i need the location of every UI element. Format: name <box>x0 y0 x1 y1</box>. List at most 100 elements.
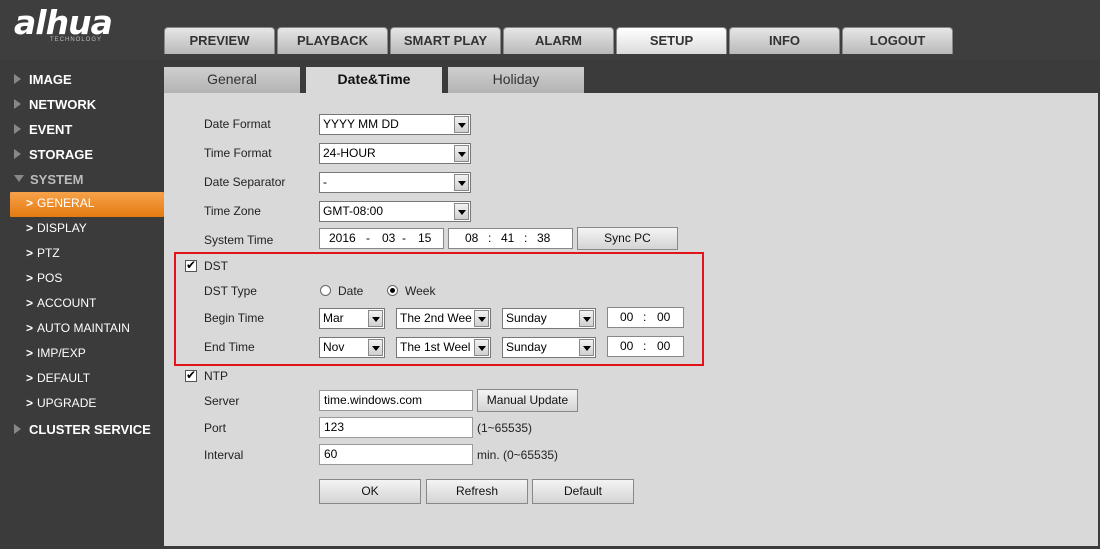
nav-info[interactable]: INFO <box>729 27 840 54</box>
sidebar-item-network[interactable]: NETWORK <box>0 92 164 117</box>
end-minute-field[interactable]: 00 <box>657 337 670 356</box>
chevron-right-icon: > <box>26 321 34 335</box>
minute-field[interactable]: 41 <box>501 229 514 248</box>
sidebar-subitem-label: POS <box>37 271 63 285</box>
sidebar-subitem-label: PTZ <box>37 246 60 260</box>
sub-tabs: General Date&Time Holiday <box>164 67 584 93</box>
begin-week-select[interactable]: The 2nd Wee <box>396 308 491 329</box>
second-field[interactable]: 38 <box>537 229 550 248</box>
tab-holiday[interactable]: Holiday <box>448 67 584 93</box>
sidebar-item-storage[interactable]: STORAGE <box>0 142 164 167</box>
ok-button[interactable]: OK <box>319 479 421 504</box>
sidebar-item-image[interactable]: IMAGE <box>0 67 164 92</box>
sidebar-subitem-label: IMP/EXP <box>37 346 86 360</box>
sidebar-subitem-general[interactable]: > GENERAL <box>10 192 164 217</box>
sidebar-item-cluster-service[interactable]: CLUSTER SERVICE <box>0 417 164 442</box>
end-clock-input[interactable]: 00:00 <box>607 336 684 357</box>
nav-setup[interactable]: SETUP <box>616 27 727 54</box>
end-week-select[interactable]: The 1st Weel <box>396 337 491 358</box>
chevron-right-icon: > <box>26 196 34 210</box>
time-zone-label: Time Zone <box>204 204 261 218</box>
time-zone-select[interactable]: GMT-08:00 <box>319 201 471 222</box>
interval-range-hint: min. (0~65535) <box>477 448 559 462</box>
end-hour-field[interactable]: 00 <box>620 337 633 356</box>
interval-input[interactable]: 60 <box>319 444 473 465</box>
end-month-select[interactable]: Nov <box>319 337 385 358</box>
ntp-label: NTP <box>204 369 228 383</box>
caret-right-icon <box>14 149 21 159</box>
sidebar-subitem-label: DISPLAY <box>37 221 87 235</box>
sidebar-subitem-upgrade[interactable]: > UPGRADE <box>0 392 164 417</box>
brand-logo: alhua TECHNOLOGY <box>14 6 113 44</box>
sidebar-subitem-display[interactable]: > DISPLAY <box>0 217 164 242</box>
nav-playback[interactable]: PLAYBACK <box>277 27 388 54</box>
begin-day-select[interactable]: Sunday <box>502 308 596 329</box>
dst-type-week-label: Week <box>405 284 436 298</box>
begin-month-select[interactable]: Mar <box>319 308 385 329</box>
dropdown-arrow-icon <box>579 310 594 327</box>
refresh-button[interactable]: Refresh <box>426 479 528 504</box>
sidebar-item-label: CLUSTER SERVICE <box>29 422 151 437</box>
dropdown-arrow-icon <box>474 310 489 327</box>
nav-logout[interactable]: LOGOUT <box>842 27 953 54</box>
dst-type-date-radio[interactable] <box>320 285 331 296</box>
dst-checkbox[interactable] <box>185 258 197 272</box>
date-separator-1: - <box>366 231 370 245</box>
nav-alarm[interactable]: ALARM <box>503 27 614 54</box>
dst-type-week-radio[interactable] <box>387 285 398 296</box>
end-day-value: Sunday <box>506 340 547 354</box>
sidebar-subitem-account[interactable]: > ACCOUNT <box>0 292 164 317</box>
time-format-select[interactable]: 24-HOUR <box>319 143 471 164</box>
date-format-select[interactable]: YYYY MM DD <box>319 114 471 135</box>
chevron-right-icon: > <box>26 346 34 360</box>
sidebar-subitem-pos[interactable]: > POS <box>0 267 164 292</box>
dropdown-arrow-icon <box>579 339 594 356</box>
system-date-input[interactable]: 2016-03-15 <box>319 228 444 249</box>
date-separator-select[interactable]: - <box>319 172 471 193</box>
server-label: Server <box>204 394 240 408</box>
end-day-select[interactable]: Sunday <box>502 337 596 358</box>
chevron-right-icon: > <box>26 221 34 235</box>
sidebar: IMAGE NETWORK EVENT STORAGE SYSTEM > GENE… <box>0 60 164 549</box>
default-button[interactable]: Default <box>532 479 634 504</box>
server-input[interactable]: time.windows.com <box>319 390 473 411</box>
month-field[interactable]: 03 <box>382 229 395 248</box>
day-field[interactable]: 15 <box>418 229 431 248</box>
ntp-checkbox[interactable] <box>185 368 197 382</box>
system-clock-input[interactable]: 08:41:38 <box>448 228 573 249</box>
sidebar-subitem-label: GENERAL <box>37 196 95 210</box>
tab-date-time[interactable]: Date&Time <box>306 67 442 93</box>
sidebar-subitem-ptz[interactable]: > PTZ <box>0 242 164 267</box>
hour-field[interactable]: 08 <box>465 229 478 248</box>
sidebar-subitem-label: DEFAULT <box>37 371 91 385</box>
sidebar-item-label: STORAGE <box>29 147 94 162</box>
date-separator-2: - <box>402 231 406 245</box>
system-time-label: System Time <box>204 233 274 247</box>
end-time-separator: : <box>643 339 647 353</box>
year-field[interactable]: 2016 <box>329 229 356 248</box>
sync-pc-button[interactable]: Sync PC <box>577 227 678 250</box>
begin-clock-input[interactable]: 00:00 <box>607 307 684 328</box>
tab-general[interactable]: General <box>164 67 300 93</box>
end-month-value: Nov <box>323 340 345 354</box>
port-input[interactable]: 123 <box>319 417 473 438</box>
chevron-right-icon: > <box>26 296 34 310</box>
date-separator-value: - <box>323 175 327 189</box>
sidebar-item-system[interactable]: SYSTEM <box>0 167 164 192</box>
chevron-right-icon: > <box>26 396 34 410</box>
nav-smart-play[interactable]: SMART PLAY <box>390 27 501 54</box>
port-range-hint: (1~65535) <box>477 421 533 435</box>
sidebar-subitem-auto-maintain[interactable]: > AUTO MAINTAIN <box>0 317 164 342</box>
interval-label: Interval <box>204 448 244 462</box>
sidebar-subitem-default[interactable]: > DEFAULT <box>0 367 164 392</box>
sidebar-subitem-label: UPGRADE <box>37 396 97 410</box>
sidebar-item-event[interactable]: EVENT <box>0 117 164 142</box>
manual-update-button[interactable]: Manual Update <box>477 389 578 412</box>
top-navigation: PREVIEW PLAYBACK SMART PLAY ALARM SETUP … <box>164 27 953 54</box>
begin-hour-field[interactable]: 00 <box>620 308 633 327</box>
caret-right-icon <box>14 124 21 134</box>
sidebar-subitem-imp-exp[interactable]: > IMP/EXP <box>0 342 164 367</box>
begin-minute-field[interactable]: 00 <box>657 308 670 327</box>
sidebar-item-label: SYSTEM <box>30 172 84 187</box>
nav-preview[interactable]: PREVIEW <box>164 27 275 54</box>
